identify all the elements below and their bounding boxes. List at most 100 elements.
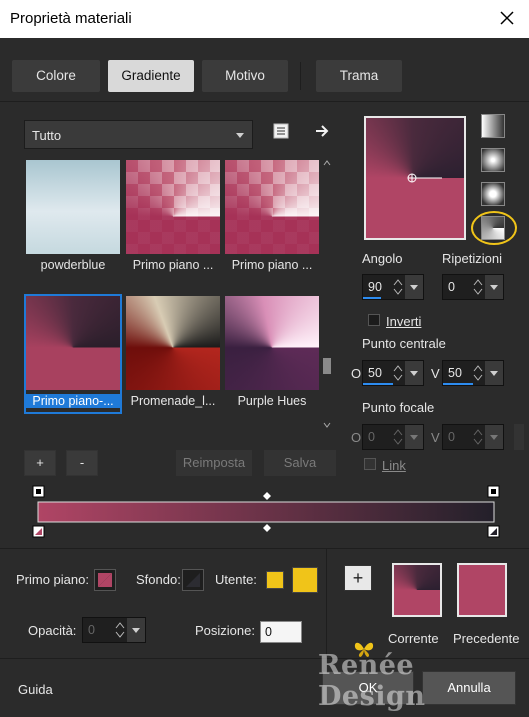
spin-arrows-icon[interactable] <box>471 277 485 297</box>
repeats-value: 0 <box>448 280 455 294</box>
angle-spinner[interactable]: 90 <box>362 274 424 300</box>
scrollbar-thumb[interactable] <box>323 358 331 374</box>
gradient-midpoint-top[interactable] <box>263 492 271 500</box>
thumbnail-scrollbar[interactable] <box>322 160 332 430</box>
angle-dropdown[interactable] <box>405 275 423 299</box>
save-gradient-button[interactable]: Salva <box>264 450 336 476</box>
tab-motivo[interactable]: Motivo <box>202 60 288 92</box>
gradient-stop-left-bottom[interactable] <box>32 525 45 538</box>
gradient-swatch <box>225 296 319 390</box>
spin-arrows-icon[interactable] <box>113 620 127 640</box>
foreground-swatch[interactable] <box>94 569 116 591</box>
center-v-spinner[interactable]: 50 <box>442 360 504 386</box>
center-h-spinner[interactable]: 50 <box>362 360 424 386</box>
watermark-text: Renée Design <box>318 650 426 712</box>
center-v-dropdown[interactable] <box>485 361 503 385</box>
background-swatch[interactable] <box>182 569 204 591</box>
focal-v-label: V <box>431 430 440 445</box>
gradient-thumb-primo-piano-1[interactable]: Primo piano ... <box>126 160 220 276</box>
center-handle-icon[interactable] <box>406 172 446 184</box>
focal-v-value: 0 <box>448 430 455 444</box>
opacity-dropdown[interactable] <box>127 618 145 642</box>
center-v-level-bar <box>443 383 473 385</box>
add-to-swatches-button[interactable]: + <box>344 565 372 591</box>
focal-h-label: O <box>351 430 362 445</box>
chevron-down-icon <box>490 371 498 376</box>
library-menu-icon[interactable] <box>272 122 290 140</box>
focal-v-spinner[interactable]: 0 <box>442 424 504 450</box>
gradient-thumb-promenade[interactable]: Promenade_l... <box>126 296 220 412</box>
gradient-swatch-overlay <box>225 160 319 254</box>
scroll-down-icon[interactable] <box>323 422 331 428</box>
tab-gradiente[interactable]: Gradiente <box>108 60 194 92</box>
previous-color-swatch[interactable] <box>457 563 507 617</box>
arrow-right-icon[interactable] <box>314 123 330 139</box>
reset-button[interactable]: Reimposta <box>176 450 252 476</box>
center-v-label: V <box>431 366 440 381</box>
gradient-thumb-label: powderblue <box>40 258 106 272</box>
focal-v-dropdown[interactable] <box>485 425 503 449</box>
current-gradient-swatch[interactable] <box>392 563 442 617</box>
gradient-swatch <box>26 160 120 254</box>
user-color-swatch-small[interactable] <box>266 571 284 589</box>
gradient-thumb-powderblue[interactable]: powderblue <box>26 160 120 276</box>
chevron-down-icon <box>132 628 140 633</box>
category-dropdown[interactable]: Tutto <box>24 120 253 149</box>
gradient-stop-right-top[interactable] <box>487 485 500 498</box>
background-swatch-icon <box>186 573 200 587</box>
user-color-swatch[interactable] <box>292 567 318 593</box>
gradient-midpoint-bottom[interactable] <box>263 524 271 532</box>
gradient-thumb-purple-hues[interactable]: Purple Hues <box>225 296 319 412</box>
title-bar: Proprietà materiali <box>0 0 529 38</box>
linear-style-icon[interactable] <box>481 114 505 138</box>
background-label: Sfondo: <box>136 572 181 587</box>
chevron-down-icon <box>410 435 418 440</box>
gradient-stop-right-bottom[interactable] <box>487 525 500 538</box>
close-icon[interactable] <box>495 6 519 30</box>
chevron-down-icon <box>490 285 498 290</box>
scroll-up-icon[interactable] <box>323 160 331 166</box>
divider <box>326 548 327 658</box>
center-h-label: O <box>351 366 362 381</box>
tab-trama[interactable]: Trama <box>316 60 402 92</box>
position-label: Posizione: <box>195 623 255 638</box>
gradient-thumb-primo-piano-2[interactable]: Primo piano ... <box>225 160 319 276</box>
gradient-stop-left-top[interactable] <box>32 485 45 498</box>
opacity-spinner[interactable]: 0 <box>82 617 146 643</box>
spin-arrows-icon[interactable] <box>391 427 405 447</box>
gradient-preview[interactable] <box>364 116 466 240</box>
gradient-editor[interactable] <box>30 484 502 544</box>
focal-h-dropdown[interactable] <box>405 425 423 449</box>
gradient-thumb-label: Primo piano-... <box>26 394 120 408</box>
divider <box>0 548 529 549</box>
focal-h-spinner[interactable]: 0 <box>362 424 424 450</box>
position-value: 0 <box>265 625 272 639</box>
invert-checkbox[interactable] <box>368 314 380 326</box>
invert-label: Inverti <box>386 314 422 329</box>
gradient-thumb-primo-piano-selected[interactable]: Primo piano-... <box>24 294 122 414</box>
category-value: Tutto <box>32 128 62 143</box>
link-checkbox[interactable] <box>364 458 376 470</box>
spin-arrows-icon[interactable] <box>391 363 405 383</box>
spin-arrows-icon[interactable] <box>471 363 485 383</box>
help-link[interactable]: Guida <box>18 682 53 697</box>
spin-arrows-icon[interactable] <box>471 427 485 447</box>
gradient-swatch <box>126 296 220 390</box>
remove-gradient-button[interactable]: - <box>66 450 98 476</box>
repeats-dropdown[interactable] <box>485 275 503 299</box>
highlight-circle <box>471 211 517 245</box>
add-gradient-button[interactable]: + <box>24 450 56 476</box>
center-h-value: 50 <box>368 366 382 380</box>
current-label: Corrente <box>388 631 439 646</box>
opacity-label: Opacità: <box>28 623 77 638</box>
rectangular-style-icon[interactable] <box>481 148 505 172</box>
gradient-swatch-overlay <box>126 160 220 254</box>
tab-colore[interactable]: Colore <box>12 60 100 92</box>
repeats-spinner[interactable]: 0 <box>442 274 504 300</box>
radial-style-icon[interactable] <box>481 182 505 206</box>
position-input[interactable]: 0 <box>260 621 302 643</box>
center-v-value: 50 <box>448 366 462 380</box>
center-point-label: Punto centrale <box>362 336 446 351</box>
spin-arrows-icon[interactable] <box>391 277 405 297</box>
center-h-dropdown[interactable] <box>405 361 423 385</box>
